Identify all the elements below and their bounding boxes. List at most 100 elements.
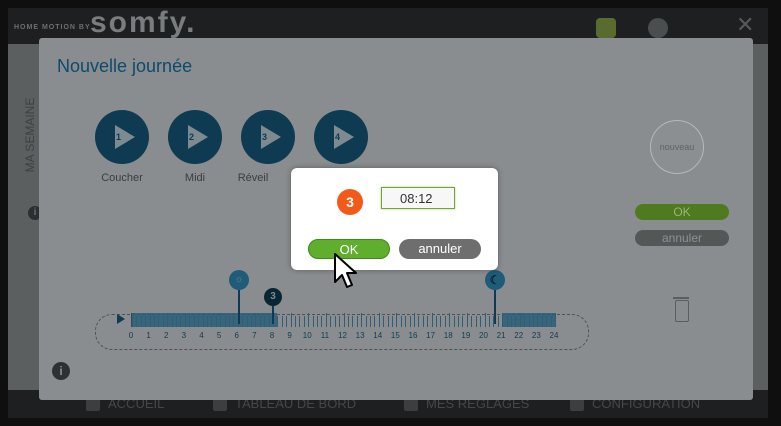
slot-label-coucher: Coucher <box>101 172 143 184</box>
side-tab-ma-semaine[interactable]: MA SEMAINE <box>20 88 37 188</box>
step-marker[interactable]: 3 <box>264 288 282 306</box>
timeline-bar <box>131 313 556 327</box>
timeline-tick <box>374 316 376 327</box>
timeline-tick <box>546 316 548 327</box>
timeline-tick <box>180 316 182 327</box>
timeline-tick <box>422 316 424 327</box>
timeline-tick <box>176 316 178 327</box>
timeline-tick <box>206 316 208 327</box>
hour-label: 14 <box>373 331 383 340</box>
hour-label: 13 <box>355 331 365 340</box>
timeline-tick <box>480 316 482 327</box>
timeline-tick <box>264 316 266 327</box>
timeline-tick <box>171 316 173 327</box>
new-button[interactable]: nouveau <box>650 120 704 174</box>
timeline-tick <box>286 316 288 327</box>
timeline-tick <box>268 316 270 327</box>
slot-button-1[interactable]: 1 <box>95 110 149 164</box>
dashboard-icon <box>213 398 227 411</box>
timeline-tick <box>466 313 468 327</box>
timeline-tick <box>224 316 226 327</box>
slot-number: 4 <box>335 132 341 142</box>
timeline-tick <box>365 316 367 327</box>
hour-label: 6 <box>234 331 239 340</box>
hour-label: 3 <box>181 331 187 340</box>
timeline-tick <box>449 313 451 327</box>
timeline-tick <box>506 316 508 327</box>
hour-label: 18 <box>443 331 453 340</box>
timeline-tick <box>290 313 292 327</box>
timeline-tick <box>339 316 341 327</box>
gear-icon <box>570 398 584 411</box>
time-input[interactable] <box>381 187 455 209</box>
timeline-tick <box>136 316 138 327</box>
sun-icon[interactable]: ☼ <box>229 270 249 290</box>
hour-label: 19 <box>461 331 471 340</box>
hour-label: 11 <box>320 331 330 340</box>
timeline-tick <box>259 316 261 327</box>
timeline-tick <box>220 313 222 327</box>
trash-icon[interactable] <box>673 297 689 322</box>
timeline-tick <box>228 316 230 327</box>
timeline-tick <box>436 316 438 327</box>
hour-label: 24 <box>549 331 559 340</box>
timeline-tick <box>532 316 534 327</box>
day-timeline[interactable]: 0 1 2 3 4 5 6 7 8 9 10 11 12 13 14 15 16 17 18 19 20 21 22 23 24 <box>89 304 649 364</box>
info-icon[interactable]: i <box>52 362 70 380</box>
hour-label: 16 <box>408 331 418 340</box>
timeline-tick <box>519 313 521 327</box>
timeline-tick <box>453 316 455 327</box>
timeline-tick <box>462 316 464 327</box>
slot-label-reveil: Réveil <box>237 172 269 184</box>
hour-label: 9 <box>287 331 292 340</box>
hour-label: 7 <box>252 331 257 340</box>
timeline-tick <box>510 316 512 327</box>
timeline-tick <box>317 316 319 327</box>
timeline-tick <box>405 316 407 327</box>
timeline-tick <box>396 313 398 327</box>
timeline-tick <box>497 316 499 327</box>
timeline-tick <box>400 316 402 327</box>
hour-label: 22 <box>514 331 524 340</box>
timeline-tick <box>471 316 473 327</box>
slot-button-4[interactable]: 4 <box>314 110 368 164</box>
hour-label: 17 <box>426 331 436 340</box>
step-marker-line <box>272 306 274 324</box>
timeline-tick <box>303 316 305 327</box>
slot-number: 2 <box>189 132 195 142</box>
timeline-tick <box>361 313 363 327</box>
dashboard-icon[interactable] <box>596 18 616 38</box>
hour-label: 4 <box>199 331 204 340</box>
ok-button[interactable]: OK <box>635 204 729 220</box>
hour-label: 21 <box>496 331 506 340</box>
slot-button-2[interactable]: 2 <box>168 110 222 164</box>
timeline-tick <box>502 313 504 327</box>
hour-label: 12 <box>338 331 347 340</box>
slot-button-3[interactable]: 3 <box>241 110 295 164</box>
timeline-tick <box>427 316 429 327</box>
timeline-tick <box>158 316 160 327</box>
moon-icon[interactable]: ☾ <box>485 270 505 290</box>
timeline-tick <box>140 316 142 327</box>
timeline-tick <box>211 316 213 327</box>
cancel-button[interactable]: annuler <box>635 230 729 246</box>
timeline-tick <box>541 316 543 327</box>
timeline-tick <box>162 316 164 327</box>
timeline-tick <box>528 316 530 327</box>
timeline-tick <box>347 316 349 327</box>
timeline-tick <box>242 316 244 327</box>
timeline-tick <box>145 316 147 327</box>
close-icon[interactable]: ✕ <box>736 12 754 38</box>
timeline-tick <box>325 313 327 327</box>
timeline-tick <box>409 316 411 327</box>
timeline-tick <box>484 313 486 327</box>
timeline-tick <box>233 316 235 327</box>
timeline-tick <box>440 316 442 327</box>
side-tab-label: MA SEMAINE <box>23 97 37 173</box>
home-icon[interactable] <box>648 18 668 38</box>
timeline-tick <box>321 316 323 327</box>
timeline-tick <box>343 313 345 327</box>
hour-label: 23 <box>531 331 541 340</box>
timeline-tick <box>369 316 371 327</box>
dialog-cancel-button[interactable]: annuler <box>399 239 481 259</box>
